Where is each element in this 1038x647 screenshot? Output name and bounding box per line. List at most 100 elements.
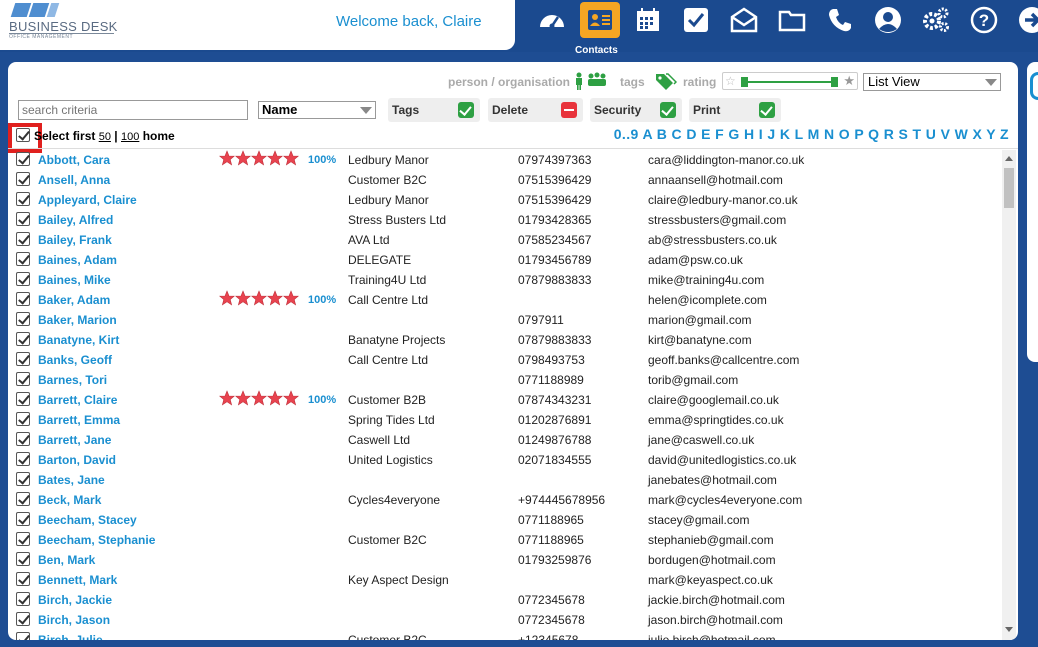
rating-max-handle[interactable] (831, 77, 838, 87)
contact-name-link[interactable]: Baker, Adam (38, 293, 110, 307)
rating-slider[interactable]: ☆ ★ (722, 72, 858, 90)
delete-toggle[interactable]: Delete (488, 98, 583, 122)
row-checkbox[interactable] (16, 492, 30, 506)
table-row[interactable]: Baines, Adam DELEGATE 01793456789 adam@psw.… (8, 250, 1001, 270)
row-checkbox[interactable] (16, 412, 30, 426)
nav-files[interactable] (768, 2, 816, 38)
contact-name-link[interactable]: Barnes, Tori (38, 373, 107, 387)
table-row[interactable]: Birch, Jackie 0772345678 jackie.birch@hotm… (8, 590, 1001, 610)
row-checkbox[interactable] (16, 152, 30, 166)
row-checkbox[interactable] (16, 392, 30, 406)
tags-icon[interactable] (655, 72, 678, 95)
email-cell[interactable]: bordugen@hotmail.com (648, 553, 776, 567)
row-checkbox[interactable] (16, 532, 30, 546)
contact-name-link[interactable]: Beecham, Stacey (38, 513, 137, 527)
email-cell[interactable]: mark@cycles4everyone.com (648, 493, 802, 507)
contact-name-link[interactable]: Ansell, Anna (38, 173, 110, 187)
nav-tasks[interactable] (672, 2, 720, 38)
email-cell[interactable]: mark@keyaspect.co.uk (648, 573, 773, 587)
table-row[interactable]: Bates, Jane janebates@hotmail.com (8, 470, 1001, 490)
contact-name-link[interactable]: Banatyne, Kirt (38, 333, 119, 347)
table-row[interactable]: Baker, Marion 0797911 marion@gmail.com (8, 310, 1001, 330)
row-checkbox[interactable] (16, 312, 30, 326)
row-checkbox[interactable] (16, 572, 30, 586)
contact-name-link[interactable]: Baines, Adam (38, 253, 117, 267)
contact-name-link[interactable]: Appleyard, Claire (38, 193, 137, 207)
contact-name-link[interactable]: Bennett, Mark (38, 573, 117, 587)
person-org-icon[interactable] (574, 72, 606, 95)
table-row[interactable]: Beck, Mark Cycles4everyone +974445678956 ma… (8, 490, 1001, 510)
table-row[interactable]: Birch, Jason 0772345678 jason.birch@hotmai… (8, 610, 1001, 630)
nav-contacts[interactable] (580, 2, 620, 38)
contact-name-link[interactable]: Bailey, Alfred (38, 213, 113, 227)
row-checkbox[interactable] (16, 612, 30, 626)
table-row[interactable]: Abbott, Cara 100% Ledbury Manor 07974397363… (8, 150, 1001, 170)
row-checkbox[interactable] (16, 232, 30, 246)
alphabet-index[interactable]: 0..9 A B C D E F G H I J K L M N O P Q R… (614, 126, 1009, 142)
table-row[interactable]: Banatyne, Kirt Banatyne Projects 078798838… (8, 330, 1001, 350)
table-row[interactable]: Beecham, Stacey 0771188965 stacey@gmail.co… (8, 510, 1001, 530)
email-cell[interactable]: helen@icomplete.com (648, 293, 767, 307)
table-row[interactable]: Baines, Mike Training4U Ltd 07879883833 mik… (8, 270, 1001, 290)
contact-name-link[interactable]: Baker, Marion (38, 313, 117, 327)
table-row[interactable]: Barnes, Tori 0771188989 torib@gmail.com (8, 370, 1001, 390)
nav-help[interactable]: ? (960, 2, 1008, 38)
scrollbar[interactable] (1002, 150, 1016, 640)
contact-name-link[interactable]: Ben, Mark (38, 553, 95, 567)
rating-filter[interactable]: rating (683, 75, 716, 89)
table-row[interactable]: Baker, Adam 100% Call Centre Ltd helen@icom… (8, 290, 1001, 310)
contact-name-link[interactable]: Bailey, Frank (38, 233, 112, 247)
table-row[interactable]: Beecham, Stephanie Customer B2C 0771188965… (8, 530, 1001, 550)
select-first-100-link[interactable]: 100 (121, 131, 139, 143)
contact-name-link[interactable]: Bates, Jane (38, 473, 105, 487)
email-cell[interactable]: jane@caswell.co.uk (648, 433, 754, 447)
table-row[interactable]: Ben, Mark 01793259876 bordugen@hotmail.com (8, 550, 1001, 570)
email-cell[interactable]: julie.birch@hotmail.com (648, 633, 776, 640)
contact-name-link[interactable]: Barrett, Claire (38, 393, 117, 407)
email-cell[interactable]: mike@training4u.com (648, 273, 764, 287)
table-row[interactable]: Barrett, Claire 100% Customer B2B 078743432… (8, 390, 1001, 410)
email-cell[interactable]: jason.birch@hotmail.com (648, 613, 783, 627)
table-row[interactable]: Banks, Geoff Call Centre Ltd 0798493753 geo… (8, 350, 1001, 370)
table-row[interactable]: Barrett, Emma Spring Tides Ltd 01202876891… (8, 410, 1001, 430)
select-all-checkbox[interactable] (16, 128, 30, 142)
email-cell[interactable]: annaansell@hotmail.com (648, 173, 783, 187)
row-checkbox[interactable] (16, 512, 30, 526)
contact-name-link[interactable]: Birch, Jackie (38, 593, 112, 607)
security-toggle[interactable]: Security (590, 98, 682, 122)
row-checkbox[interactable] (16, 212, 30, 226)
row-checkbox[interactable] (16, 592, 30, 606)
row-checkbox[interactable] (16, 292, 30, 306)
table-row[interactable]: Ansell, Anna Customer B2C 07515396429 annaa… (8, 170, 1001, 190)
contact-name-link[interactable]: Barrett, Emma (38, 413, 120, 427)
contact-name-link[interactable]: Abbott, Cara (38, 153, 110, 167)
row-checkbox[interactable] (16, 332, 30, 346)
email-cell[interactable]: janebates@hotmail.com (648, 473, 777, 487)
nav-logout[interactable] (1008, 2, 1038, 38)
row-checkbox[interactable] (16, 432, 30, 446)
nav-profile[interactable] (864, 2, 912, 38)
rating-min-handle[interactable] (741, 77, 748, 87)
table-row[interactable]: Birch, Julie Customer B2C +12345678 julie.b… (8, 630, 1001, 640)
row-checkbox[interactable] (16, 632, 30, 640)
email-cell[interactable]: stephanieb@gmail.com (648, 533, 774, 547)
table-row[interactable]: Bailey, Frank AVA Ltd 07585234567 ab@stress… (8, 230, 1001, 250)
table-row[interactable]: Barton, David United Logistics 02071834555… (8, 450, 1001, 470)
table-row[interactable]: Barrett, Jane Caswell Ltd 01249876788 jane@… (8, 430, 1001, 450)
row-checkbox[interactable] (16, 352, 30, 366)
side-panel-tab[interactable] (1027, 62, 1038, 362)
table-row[interactable]: Appleyard, Claire Ledbury Manor 0751539642… (8, 190, 1001, 210)
contact-name-link[interactable]: Banks, Geoff (38, 353, 112, 367)
email-cell[interactable]: marion@gmail.com (648, 313, 752, 327)
row-checkbox[interactable] (16, 552, 30, 566)
email-cell[interactable]: jackie.birch@hotmail.com (648, 593, 785, 607)
row-checkbox[interactable] (16, 252, 30, 266)
contact-name-link[interactable]: Beecham, Stephanie (38, 533, 155, 547)
nav-calendar[interactable] (624, 2, 672, 38)
tags-toggle[interactable]: Tags (388, 98, 480, 122)
email-cell[interactable]: claire@ledbury-manor.co.uk (648, 193, 798, 207)
contact-name-link[interactable]: Barton, David (38, 453, 116, 467)
scroll-up-icon[interactable] (1005, 156, 1013, 161)
email-cell[interactable]: adam@psw.co.uk (648, 253, 743, 267)
nav-phone[interactable] (816, 2, 864, 38)
